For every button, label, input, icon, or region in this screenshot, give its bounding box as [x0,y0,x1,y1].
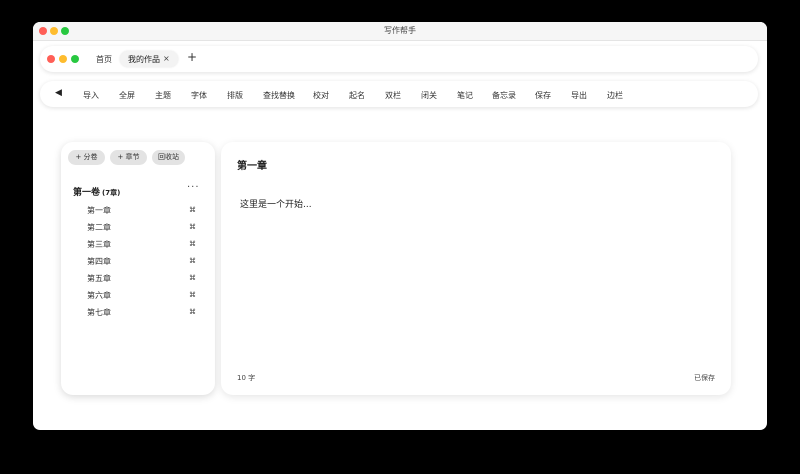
tab-my-works[interactable]: 我的作品 × [120,51,178,67]
editor-text-area[interactable]: 这里是一个开始... [240,197,312,210]
app-zoom-button[interactable] [71,55,79,63]
app-window: 写作帮手 首页 我的作品 × + ◀ 导入 全屏 主题 字体 排版 查找替换 校… [33,22,767,430]
app-minimize-button[interactable] [59,55,67,63]
volume-title[interactable]: 第一卷 (7章) [73,185,120,198]
toolbar: ◀ 导入 全屏 主题 字体 排版 查找替换 校对 起名 双栏 闭关 笔记 备忘录… [40,81,758,107]
volume-chapter-count: (7章) [102,189,121,197]
word-count: 10 字 [237,374,256,382]
editor-panel[interactable]: 第一章 这里是一个开始... 10 字 已保存 [221,142,731,395]
chapter-sidebar: + 分卷 + 章节 回收站 第一卷 (7章) ··· 第一章 ⌘ 第二章 ⌘ 第三… [61,142,215,395]
toolbar-two-column[interactable]: 双栏 [385,90,401,101]
chapter-item-7[interactable]: 第七章 [87,307,111,318]
window-title: 写作帮手 [384,26,416,35]
save-status: 已保存 [694,374,715,382]
command-key-icon: ⌘ [189,308,196,316]
toolbar-export[interactable]: 导出 [571,90,587,101]
toolbar-font[interactable]: 字体 [191,90,207,101]
tab-bar: 首页 我的作品 × + [40,46,758,72]
toolbar-naming[interactable]: 起名 [349,90,365,101]
toolbar-memo[interactable]: 备忘录 [492,90,516,101]
command-key-icon: ⌘ [189,223,196,231]
toolbar-focus-mode[interactable]: 闭关 [421,90,437,101]
chapter-item-2[interactable]: 第二章 [87,222,111,233]
chapter-item-5[interactable]: 第五章 [87,273,111,284]
tab-home[interactable]: 首页 [96,54,112,65]
toolbar-import[interactable]: 导入 [83,90,99,101]
chapter-item-4[interactable]: 第四章 [87,256,111,267]
command-key-icon: ⌘ [189,206,196,214]
toolbar-layout[interactable]: 排版 [227,90,243,101]
tab-my-works-label: 我的作品 [128,55,160,64]
toolbar-proofread[interactable]: 校对 [313,90,329,101]
add-volume-button[interactable]: + 分卷 [68,150,105,165]
command-key-icon: ⌘ [189,257,196,265]
command-key-icon: ⌘ [189,291,196,299]
volume-more-icon[interactable]: ··· [187,182,200,193]
volume-name: 第一卷 [73,188,101,198]
toolbar-notes[interactable]: 笔记 [457,90,473,101]
chapter-item-6[interactable]: 第六章 [87,290,111,301]
title-bar: 写作帮手 [33,22,767,41]
app-close-button[interactable] [47,55,55,63]
close-tab-icon[interactable]: × [163,54,170,63]
toolbar-sidebar[interactable]: 边栏 [607,90,623,101]
chapter-item-3[interactable]: 第三章 [87,239,111,250]
command-key-icon: ⌘ [189,274,196,282]
toolbar-save[interactable]: 保存 [535,90,551,101]
toolbar-find-replace[interactable]: 查找替换 [263,90,295,101]
toolbar-fullscreen[interactable]: 全屏 [119,90,135,101]
recycle-bin-button[interactable]: 回收站 [152,150,185,165]
add-chapter-button[interactable]: + 章节 [110,150,147,165]
command-key-icon: ⌘ [189,240,196,248]
toolbar-theme[interactable]: 主题 [155,90,171,101]
chapter-title[interactable]: 第一章 [237,157,267,172]
collapse-toolbar-icon[interactable]: ◀ [55,88,62,98]
chapter-item-1[interactable]: 第一章 [87,205,111,216]
add-tab-icon[interactable]: + [187,50,197,64]
